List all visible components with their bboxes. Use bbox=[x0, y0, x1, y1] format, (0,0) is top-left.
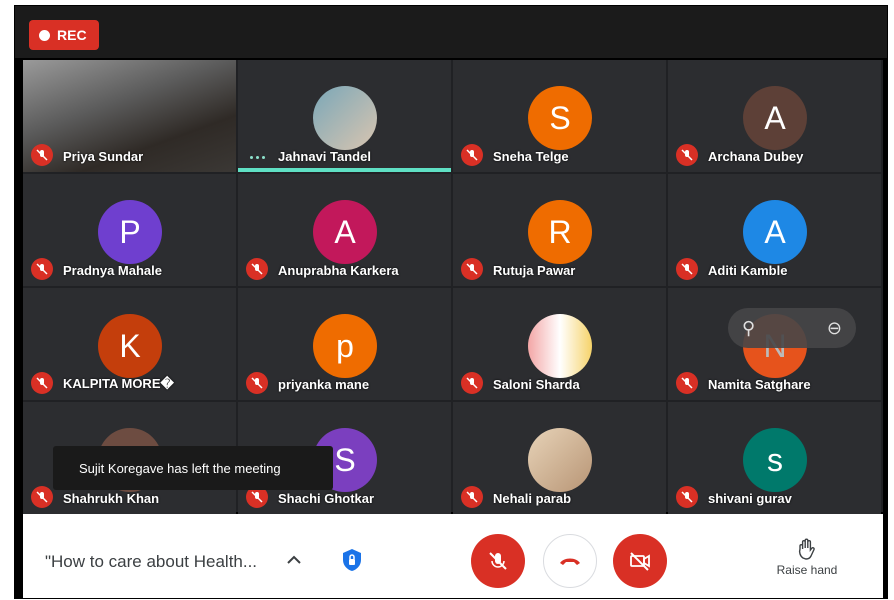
record-dot-icon bbox=[39, 29, 50, 41]
participant-name: Anuprabha Karkera bbox=[278, 263, 399, 278]
avatar: s bbox=[743, 428, 807, 492]
leave-call-button[interactable] bbox=[543, 534, 597, 588]
avatar: A bbox=[743, 86, 807, 150]
mic-toggle-button[interactable] bbox=[471, 534, 525, 588]
tile-hover-controls: ⚲ ⊖ bbox=[728, 308, 856, 348]
mic-off-icon bbox=[461, 486, 483, 508]
participant-name: Aditi Kamble bbox=[708, 263, 788, 278]
pin-icon[interactable]: ⚲ bbox=[742, 318, 755, 339]
participant-name: Shahrukh Khan bbox=[63, 491, 160, 506]
participant-name: priyanka mane bbox=[278, 377, 370, 392]
participant-name: Pradnya Mahale bbox=[63, 263, 162, 278]
rec-label: REC bbox=[57, 27, 87, 43]
mic-off-icon bbox=[676, 372, 698, 394]
top-bar: REC bbox=[15, 6, 887, 58]
meet-window: REC Priya Sundar Jahnavi Tandel S Sneha … bbox=[14, 5, 888, 599]
participant-name: Shachi Ghotkar bbox=[278, 491, 375, 506]
raise-hand-button[interactable]: Raise hand bbox=[767, 538, 847, 577]
control-bar: "How to care about Health... Raise hand bbox=[23, 514, 883, 598]
participant-tile[interactable]: N ⚲ ⊖ Namita Satghare bbox=[668, 288, 881, 400]
mic-off-icon bbox=[461, 258, 483, 280]
participant-tile[interactable]: P Pradnya Mahale bbox=[23, 174, 236, 286]
participant-tile[interactable]: p priyanka mane bbox=[238, 288, 451, 400]
participant-name: shivani gurav bbox=[708, 491, 792, 506]
participant-name: Archana Dubey bbox=[708, 149, 804, 164]
avatar bbox=[528, 428, 592, 492]
mic-off-icon bbox=[461, 372, 483, 394]
mic-off-icon bbox=[676, 144, 698, 166]
avatar: P bbox=[98, 200, 162, 264]
participant-tile[interactable]: s shivani gurav bbox=[668, 402, 881, 514]
active-speaker-bar bbox=[238, 168, 451, 172]
avatar: K bbox=[98, 314, 162, 378]
camera-toggle-button[interactable] bbox=[613, 534, 667, 588]
hand-icon bbox=[798, 538, 815, 560]
shield-icon[interactable] bbox=[341, 548, 363, 572]
avatar bbox=[313, 86, 377, 150]
avatar: p bbox=[313, 314, 377, 378]
meeting-title[interactable]: "How to care about Health... bbox=[45, 552, 257, 572]
participant-tile[interactable]: Nehali parab bbox=[453, 402, 666, 514]
avatar: A bbox=[313, 200, 377, 264]
recording-badge: REC bbox=[29, 20, 99, 50]
mic-off-icon bbox=[676, 486, 698, 508]
avatar: A bbox=[743, 200, 807, 264]
avatar: S bbox=[528, 86, 592, 150]
participant-name: Namita Satghare bbox=[708, 377, 811, 392]
mic-off-icon bbox=[31, 372, 53, 394]
mic-off-icon bbox=[676, 258, 698, 280]
participant-name: Rutuja Pawar bbox=[493, 263, 576, 278]
participant-grid: Priya Sundar Jahnavi Tandel S Sneha Telg… bbox=[23, 60, 883, 514]
avatar: R bbox=[528, 200, 592, 264]
mic-off-icon bbox=[461, 144, 483, 166]
raise-hand-label: Raise hand bbox=[776, 563, 838, 577]
participant-tile[interactable]: Saloni Sharda bbox=[453, 288, 666, 400]
participant-tile[interactable]: R Rutuja Pawar bbox=[453, 174, 666, 286]
mic-off-icon bbox=[31, 144, 53, 166]
participant-tile[interactable]: A Anuprabha Karkera bbox=[238, 174, 451, 286]
mic-off-icon bbox=[489, 552, 507, 570]
mic-off-icon bbox=[246, 372, 268, 394]
notification-toast: Sujit Koregave has left the meeting bbox=[53, 446, 333, 490]
participant-tile[interactable]: A Archana Dubey bbox=[668, 60, 881, 172]
participant-name: Sneha Telge bbox=[493, 149, 569, 164]
participant-name: Priya Sundar bbox=[63, 149, 144, 164]
participant-tile[interactable]: Priya Sundar bbox=[23, 60, 236, 172]
mic-off-icon bbox=[246, 258, 268, 280]
mic-off-icon bbox=[31, 486, 53, 508]
participant-name: Jahnavi Tandel bbox=[278, 149, 371, 164]
participant-name: Saloni Sharda bbox=[493, 377, 580, 392]
hang-up-icon bbox=[560, 558, 580, 565]
participant-tile[interactable]: A Aditi Kamble bbox=[668, 174, 881, 286]
camera-off-icon bbox=[630, 552, 650, 571]
participant-name: Nehali parab bbox=[493, 491, 572, 506]
participant-name: KALPITA MORE� bbox=[63, 376, 174, 391]
remove-icon[interactable]: ⊖ bbox=[827, 318, 842, 339]
chevron-up-icon[interactable] bbox=[285, 552, 303, 566]
participant-tile[interactable]: S Sneha Telge bbox=[453, 60, 666, 172]
participant-tile[interactable]: Jahnavi Tandel bbox=[238, 60, 451, 172]
speaking-indicator-icon bbox=[250, 156, 265, 159]
participant-tile[interactable]: K KALPITA MORE� bbox=[23, 288, 236, 400]
mic-off-icon bbox=[31, 258, 53, 280]
avatar bbox=[528, 314, 592, 378]
